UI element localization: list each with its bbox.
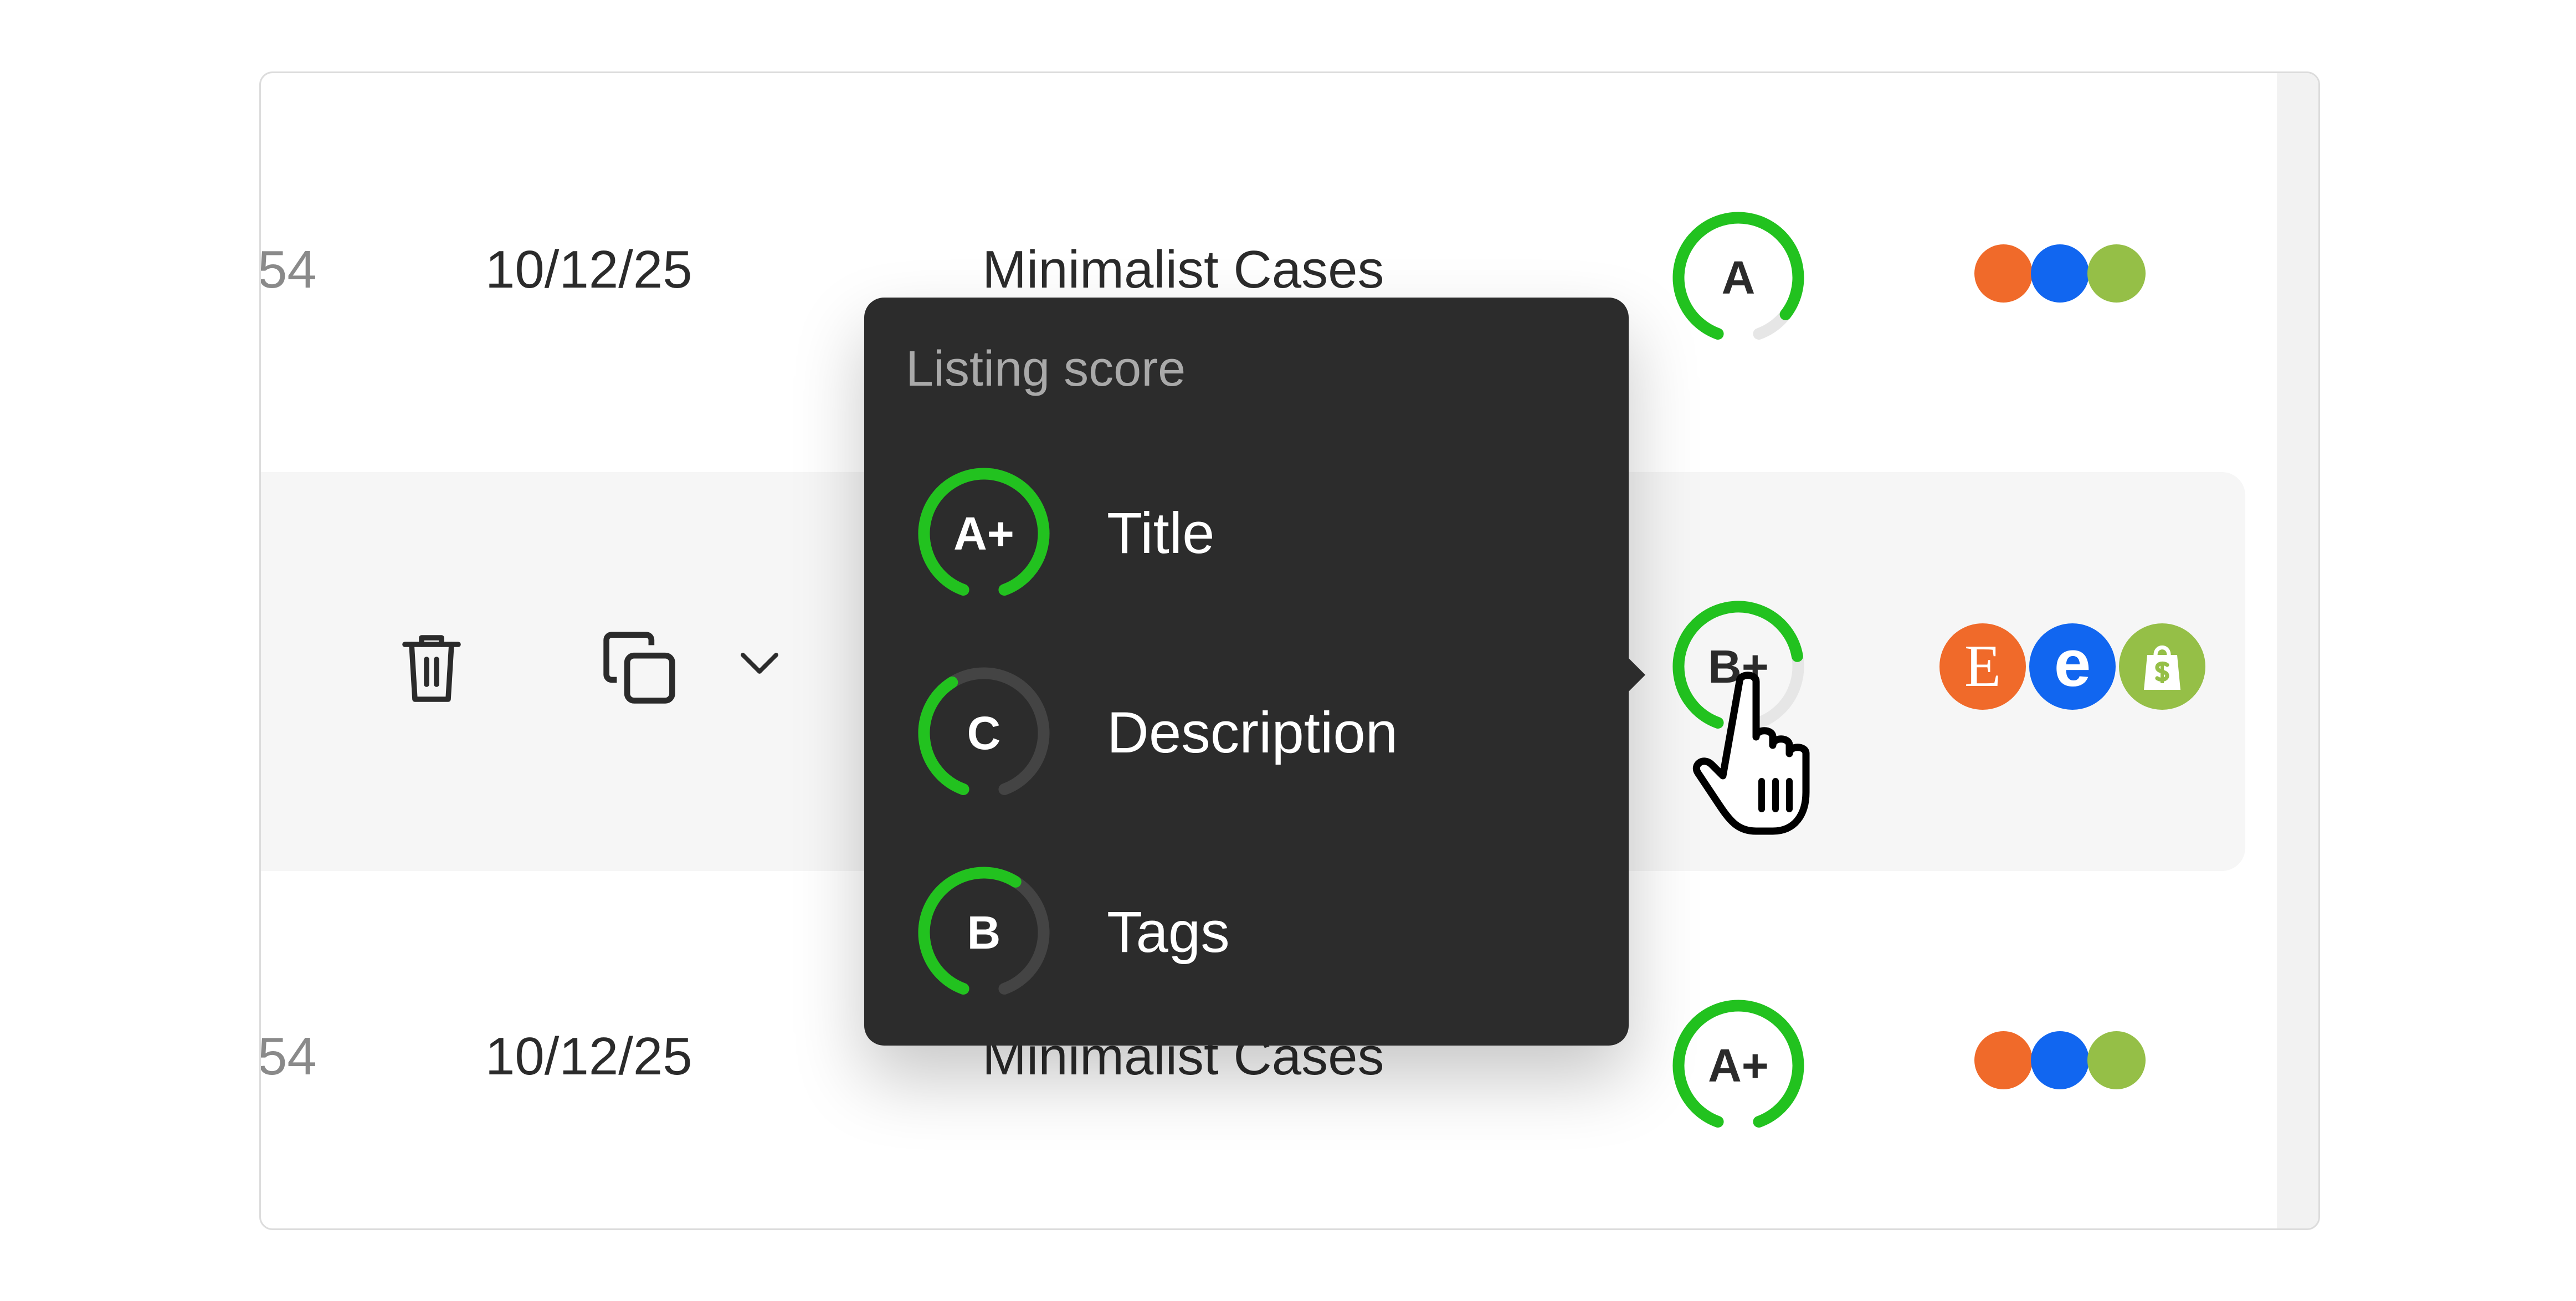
shopify-dot (2087, 244, 2146, 303)
etsy-dot (1974, 1031, 2033, 1089)
copy-icon (603, 631, 675, 704)
listing-id: 54 (259, 240, 317, 299)
more-actions-dropdown[interactable] (726, 630, 793, 696)
listing-score-badge[interactable]: A (1669, 208, 1808, 347)
score-item-label: Title (1107, 501, 1215, 566)
score-item-description: C Description (914, 663, 1579, 803)
shopify-bag-icon (2144, 645, 2180, 690)
score-item-title: A+ Title (914, 464, 1579, 603)
hand-pointer-cursor-icon (1692, 672, 1810, 835)
channel-dots (1974, 244, 2149, 303)
ebay-channel-badge[interactable]: e (2026, 620, 2119, 713)
listing-score-tooltip: Listing score A+ Title C Description B T… (864, 298, 1645, 1046)
ebay-dot (2031, 1031, 2089, 1089)
listing-id: 54 (259, 1027, 317, 1086)
ebay-dot (2031, 244, 2089, 303)
trash-icon (402, 634, 461, 702)
score-ring: A+ (914, 464, 1054, 603)
etsy-channel-badge[interactable]: E (1936, 620, 2029, 713)
listing-date: 10/12/25 (485, 1027, 692, 1086)
score-ring: C (914, 663, 1054, 803)
listing-date: 10/12/25 (485, 240, 692, 299)
duplicate-button[interactable] (593, 622, 685, 713)
score-item-label: Tags (1107, 900, 1230, 965)
score-item-label: Description (1107, 700, 1398, 765)
shopify-channel-badge[interactable] (2116, 620, 2209, 713)
shopify-dot (2087, 1031, 2146, 1089)
channel-dots (1974, 1031, 2149, 1089)
tooltip-title: Listing score (906, 341, 1186, 397)
delete-button[interactable] (386, 622, 477, 713)
chevron-down-icon (741, 653, 778, 674)
tooltip-arrow (1627, 657, 1645, 693)
listing-score-badge[interactable]: A+ (1669, 996, 1808, 1135)
score-item-tags: B Tags (914, 863, 1579, 1002)
scrollbar[interactable] (2277, 73, 2318, 1228)
listing-collection: Minimalist Cases (982, 240, 1384, 299)
score-ring: B (914, 863, 1054, 1002)
etsy-dot (1974, 244, 2033, 303)
